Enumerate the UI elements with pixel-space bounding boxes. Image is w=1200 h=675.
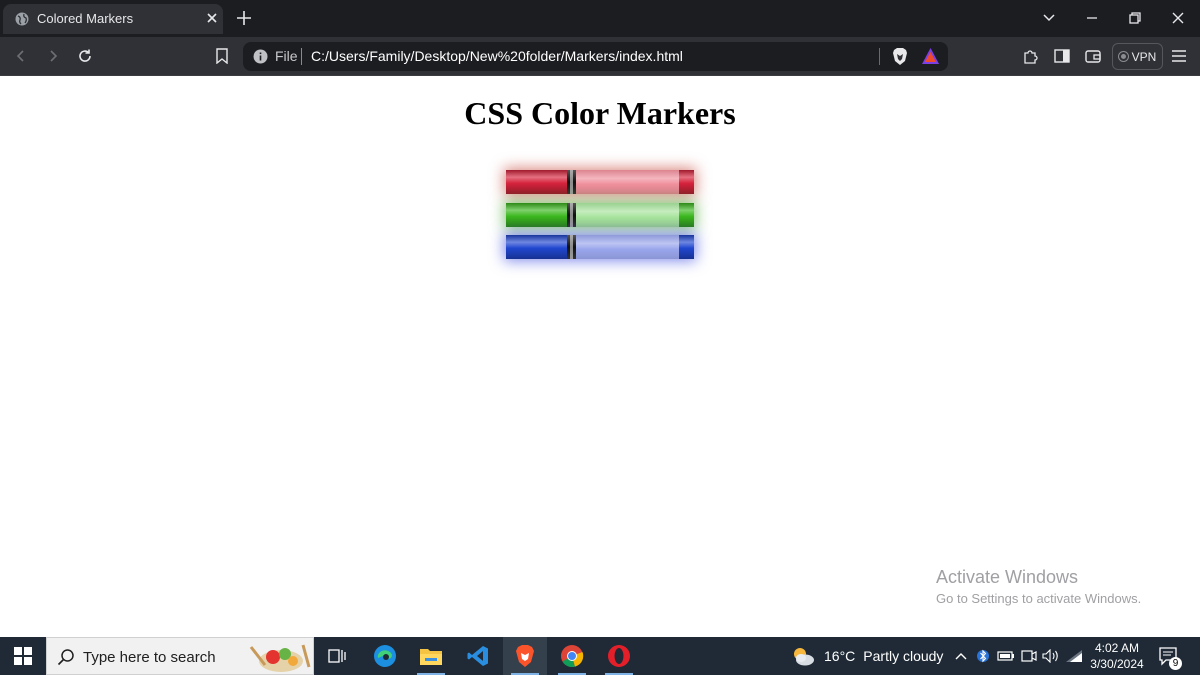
vscode-icon[interactable] — [456, 637, 500, 675]
bluetooth-icon[interactable] — [974, 637, 992, 675]
marker-tip — [679, 203, 694, 227]
bookmark-icon[interactable] — [211, 45, 233, 67]
brave-rewards-icon[interactable] — [921, 47, 940, 65]
clock-time: 4:02 AM — [1094, 641, 1140, 655]
marker-cap — [576, 203, 684, 227]
notification-center-icon[interactable]: 9 — [1158, 646, 1182, 670]
tab-title: Colored Markers — [37, 11, 134, 26]
marker-red — [506, 170, 694, 194]
window-close-icon[interactable] — [1165, 5, 1191, 31]
wifi-icon[interactable] — [1064, 637, 1084, 675]
search-highlight-illustration-icon — [249, 644, 311, 672]
vpn-status-icon — [1118, 52, 1128, 61]
marker-band — [567, 203, 576, 227]
url-text[interactable]: C:/Users/Family/Desktop/New%20folder/Mar… — [311, 48, 683, 64]
weather-temperature: 16°C — [824, 648, 856, 664]
forward-icon[interactable] — [42, 45, 64, 67]
taskbar: Type here to search 16°C Partly cloudy 4… — [0, 637, 1200, 675]
meet-now-icon[interactable] — [1019, 637, 1039, 675]
opera-icon[interactable] — [597, 637, 641, 675]
notification-count-badge: 9 — [1169, 657, 1182, 670]
weather-widget[interactable]: 16°C Partly cloudy — [790, 637, 943, 675]
search-icon — [57, 649, 74, 666]
weather-condition: Partly cloudy — [863, 648, 944, 664]
browser-toolbar: File C:/Users/Family/Desktop/New%20folde… — [0, 37, 1200, 76]
marker-body — [506, 235, 567, 259]
minimize-icon[interactable] — [1079, 5, 1105, 31]
volume-icon[interactable] — [1041, 637, 1061, 675]
taskbar-clock[interactable]: 4:02 AM 3/30/2024 — [1082, 640, 1152, 672]
menu-icon[interactable] — [1169, 46, 1189, 66]
vpn-button[interactable]: VPN — [1112, 43, 1163, 70]
vpn-label: VPN — [1131, 49, 1157, 64]
globe-icon — [15, 12, 29, 26]
marker-blue — [506, 235, 694, 259]
watermark-title: Activate Windows — [936, 567, 1079, 587]
wallet-icon[interactable] — [1083, 46, 1103, 66]
chrome-icon[interactable] — [550, 637, 594, 675]
address-divider — [301, 48, 302, 65]
page-viewport: CSS Color Markers Activate Windows Go to… — [0, 77, 1200, 637]
show-hidden-icons-chevron-icon[interactable] — [952, 637, 970, 675]
info-icon[interactable] — [253, 49, 268, 64]
restore-icon[interactable] — [1122, 5, 1148, 31]
brave-shields-icon[interactable] — [891, 47, 909, 66]
extensions-icon[interactable] — [1021, 46, 1041, 66]
marker-cap — [576, 170, 684, 194]
marker-tip — [679, 235, 694, 259]
file-explorer-icon[interactable] — [409, 637, 453, 675]
marker-body — [506, 203, 567, 227]
search-placeholder: Type here to search — [83, 649, 216, 666]
watermark-subtitle: Go to Settings to activate Windows. — [936, 591, 1142, 606]
close-icon[interactable] — [204, 10, 220, 26]
page-heading: CSS Color Markers — [464, 95, 736, 131]
reload-icon[interactable] — [74, 45, 96, 67]
marker-cap — [576, 235, 684, 259]
partly-cloudy-icon — [794, 648, 814, 666]
windows-start-icon[interactable] — [0, 637, 46, 675]
clock-date: 3/30/2024 — [1090, 657, 1144, 671]
task-view-icon[interactable] — [315, 637, 359, 675]
marker-band — [567, 235, 576, 259]
edge-icon[interactable] — [363, 637, 407, 675]
browser-tab[interactable]: Colored Markers — [3, 4, 223, 34]
tab-search-chevron-icon[interactable] — [1036, 5, 1062, 31]
activate-windows-watermark: Activate Windows Go to Settings to activ… — [936, 567, 1141, 606]
sidebar-icon[interactable] — [1052, 46, 1072, 66]
taskbar-search-box[interactable]: Type here to search — [46, 637, 314, 675]
marker-tip — [679, 170, 694, 194]
new-tab-icon[interactable] — [234, 8, 254, 28]
address-bar[interactable]: File C:/Users/Family/Desktop/New%20folde… — [243, 42, 948, 71]
marker-body — [506, 170, 567, 194]
scheme-label: File — [275, 48, 298, 64]
address-divider-right — [879, 48, 880, 65]
marker-green — [506, 203, 694, 227]
marker-band — [567, 170, 576, 194]
browser-tab-strip: Colored Markers — [0, 0, 1200, 37]
back-icon[interactable] — [10, 45, 32, 67]
battery-icon[interactable] — [996, 637, 1016, 675]
brave-taskbar-icon[interactable] — [503, 637, 547, 675]
